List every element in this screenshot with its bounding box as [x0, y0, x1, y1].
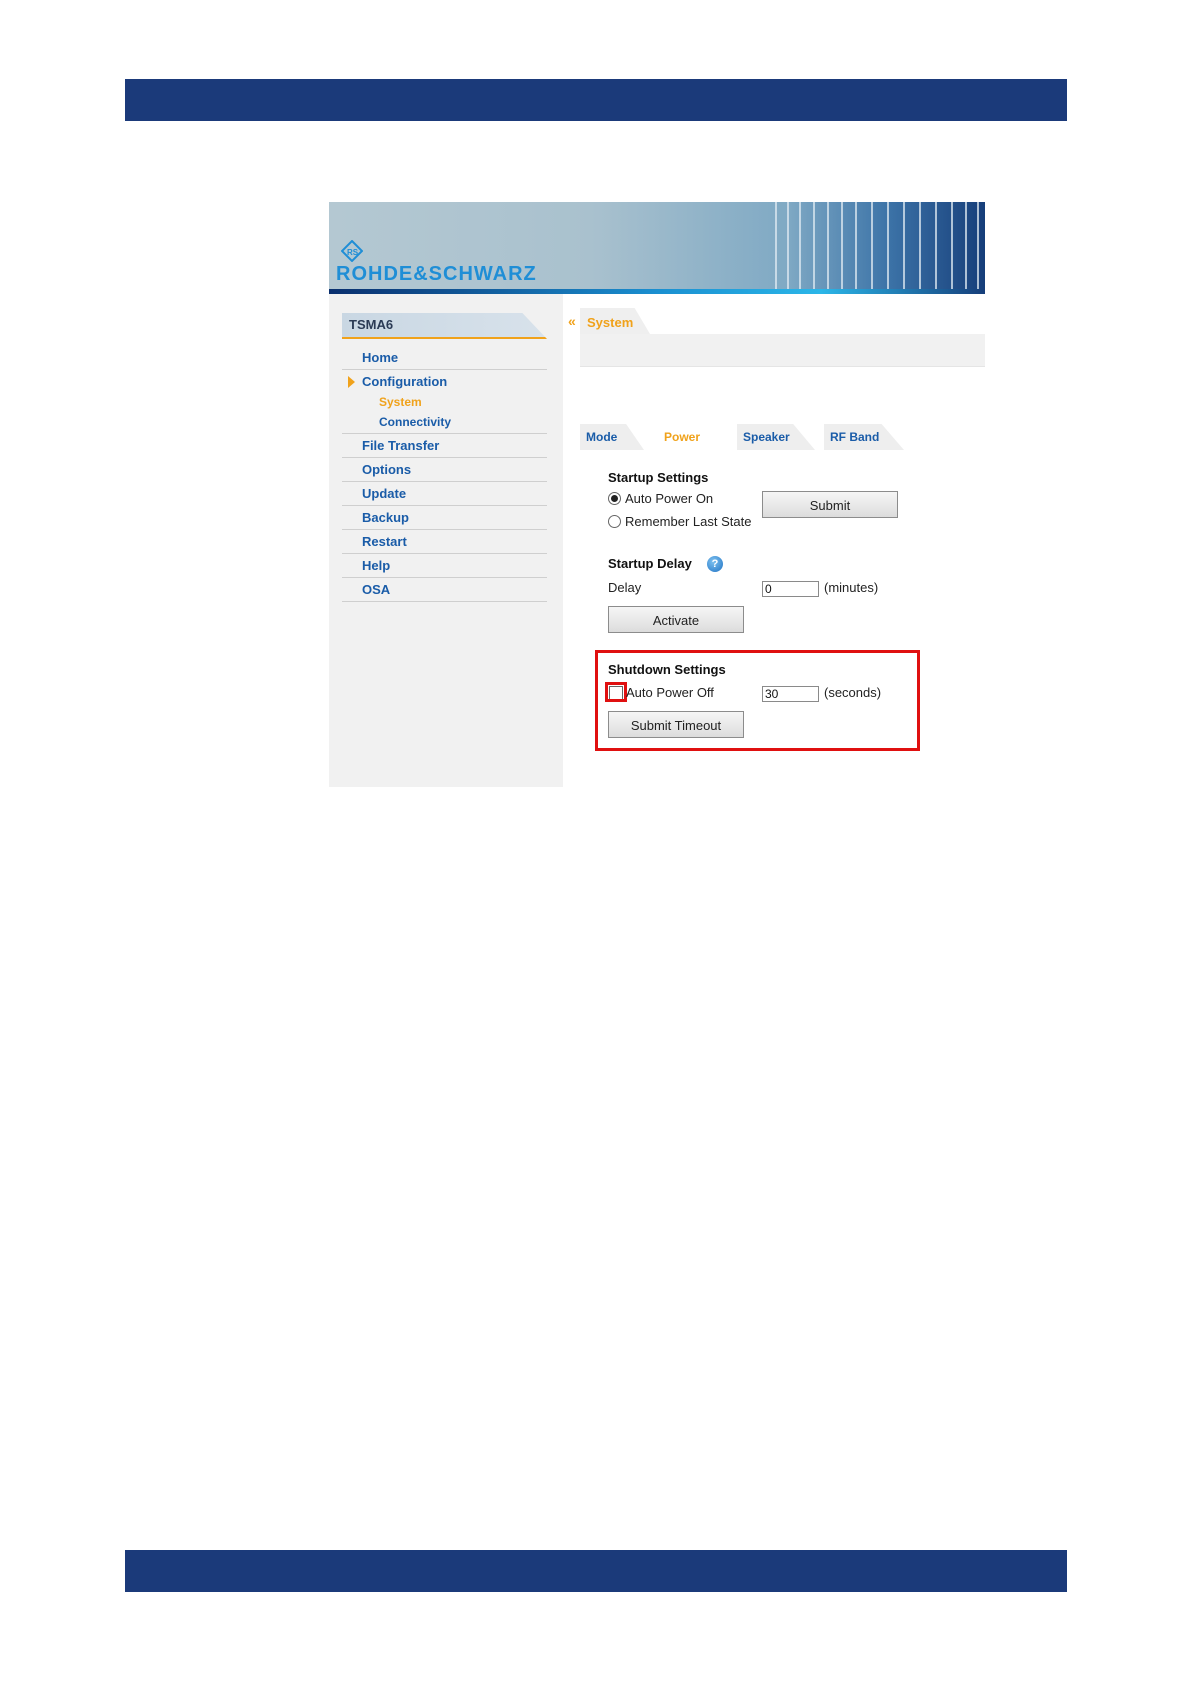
remember-last-state-radio[interactable] — [608, 515, 621, 528]
nav-item-label[interactable]: Connectivity — [379, 415, 451, 429]
device-name: TSMA6 — [349, 317, 394, 332]
nav-item-configuration[interactable]: Configuration — [342, 370, 547, 392]
nav-item-label[interactable]: Backup — [362, 510, 409, 525]
nav-item-help[interactable]: Help — [342, 554, 547, 578]
nav-item-label[interactable]: Options — [362, 462, 411, 477]
banner-stripes — [775, 202, 985, 289]
tab-label[interactable]: Mode — [586, 430, 617, 444]
delay-label: Delay — [608, 580, 642, 595]
device-title: TSMA6 — [342, 313, 547, 339]
tab-label[interactable]: Speaker — [743, 430, 790, 444]
expand-arrow-icon — [348, 376, 355, 388]
nav-item-label[interactable]: Configuration — [362, 374, 447, 389]
tab-power[interactable]: Power — [658, 424, 728, 450]
brand-logo-text: ROHDE&SCHWARZ — [336, 263, 537, 285]
checkbox-highlight — [605, 682, 627, 702]
tab-label[interactable]: Power — [664, 430, 700, 444]
breadcrumb: System — [580, 308, 650, 334]
web-ui-screenshot: RS ROHDE&SCHWARZ TSMA6 Home Configuratio… — [329, 202, 985, 787]
nav-item-label[interactable]: Restart — [362, 534, 407, 549]
nav-item-file-transfer[interactable]: File Transfer — [342, 434, 547, 458]
back-chevron-icon[interactable]: « — [568, 314, 580, 328]
startup-settings-title: Startup Settings — [608, 470, 709, 485]
nav-item-label[interactable]: File Transfer — [362, 438, 439, 453]
nav-item-label[interactable]: System — [379, 395, 422, 409]
nav-item-backup[interactable]: Backup — [342, 506, 547, 530]
svg-text:RS: RS — [347, 248, 359, 257]
nav-item-label[interactable]: Home — [362, 350, 398, 365]
delay-input[interactable]: 0 — [762, 581, 819, 597]
submit-button[interactable]: Submit — [762, 491, 898, 518]
activate-button[interactable]: Activate — [608, 606, 744, 633]
auto-power-off-label: Auto Power Off — [626, 685, 714, 700]
tab-label[interactable]: RF Band — [830, 430, 879, 444]
tab-speaker[interactable]: Speaker — [737, 424, 815, 450]
tab-rf-band[interactable]: RF Band — [824, 424, 904, 450]
nav-item-restart[interactable]: Restart — [342, 530, 547, 554]
nav-menu: Home Configuration System Connectivity F… — [342, 346, 547, 602]
delay-unit: (minutes) — [824, 580, 879, 595]
nav-item-osa[interactable]: OSA — [342, 578, 547, 602]
sidebar: TSMA6 Home Configuration System Connecti… — [329, 294, 563, 787]
nav-item-update[interactable]: Update — [342, 482, 547, 506]
footer-band — [125, 1550, 1067, 1592]
header-band — [125, 79, 1067, 121]
remember-last-state-label: Remember Last State — [625, 514, 752, 529]
nav-item-label[interactable]: Help — [362, 558, 390, 573]
nav-item-label[interactable]: OSA — [362, 582, 390, 597]
nav-subitem-system[interactable]: System — [342, 392, 547, 412]
auto-power-on-label: Auto Power On — [625, 491, 714, 506]
nav-item-label[interactable]: Update — [362, 486, 406, 501]
main-content: « System Mode Power Speaker RF Band Star… — [563, 294, 985, 787]
breadcrumb-bar — [580, 334, 985, 367]
startup-delay-title: Startup Delay — [608, 556, 692, 571]
tab-mode[interactable]: Mode — [580, 424, 644, 450]
shutdown-settings-title: Shutdown Settings — [608, 662, 726, 677]
breadcrumb-label: System — [587, 315, 634, 330]
help-icon[interactable]: ? — [707, 556, 723, 572]
timeout-unit: (seconds) — [824, 685, 882, 700]
timeout-input[interactable]: 30 — [762, 686, 819, 702]
nav-item-options[interactable]: Options — [342, 458, 547, 482]
header-banner: RS ROHDE&SCHWARZ — [329, 202, 985, 294]
rs-logo-icon: RS — [341, 240, 363, 262]
auto-power-on-radio[interactable] — [608, 492, 621, 505]
nav-subitem-connectivity[interactable]: Connectivity — [342, 412, 547, 434]
submit-timeout-button[interactable]: Submit Timeout — [608, 711, 744, 738]
nav-item-home[interactable]: Home — [342, 346, 547, 370]
tab-bar: Mode Power Speaker RF Band — [580, 424, 940, 450]
